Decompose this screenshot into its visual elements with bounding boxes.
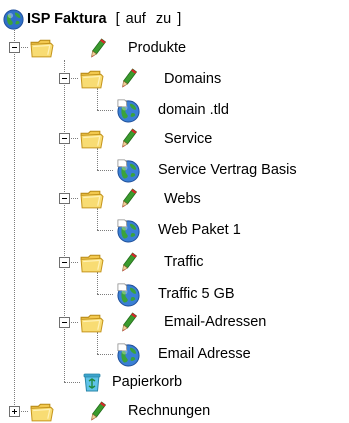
node-label-papierkorb[interactable]: Papierkorb bbox=[112, 373, 182, 391]
minus-box-icon[interactable] bbox=[59, 73, 70, 84]
folder-icon[interactable] bbox=[79, 251, 104, 274]
expand-all-link[interactable]: auf bbox=[126, 11, 146, 27]
leaf-label-email-adresse[interactable]: Email Adresse bbox=[158, 345, 251, 363]
minus-box-icon[interactable] bbox=[59, 193, 70, 204]
node-label-rechnungen[interactable]: Rechnungen bbox=[128, 402, 210, 420]
leaf-label-traffic-5gb[interactable]: Traffic 5 GB bbox=[158, 285, 235, 303]
recycle-bin-icon[interactable] bbox=[81, 371, 103, 393]
globe-icon[interactable] bbox=[116, 158, 141, 183]
node-label-service[interactable]: Service bbox=[164, 130, 212, 148]
minus-box-icon[interactable] bbox=[59, 133, 70, 144]
node-label-produkte[interactable]: Produkte bbox=[128, 39, 186, 57]
leaf-label-domain-tld[interactable]: domain .tld bbox=[158, 101, 229, 119]
node-label-domains[interactable]: Domains bbox=[164, 70, 221, 88]
minus-box-icon[interactable] bbox=[59, 317, 70, 328]
minus-box-icon[interactable] bbox=[9, 42, 20, 53]
folder-icon[interactable] bbox=[29, 400, 54, 423]
pencil-icon[interactable] bbox=[121, 128, 138, 148]
plus-box-icon[interactable] bbox=[9, 406, 20, 417]
node-label-email-adressen[interactable]: Email-Adressen bbox=[164, 313, 266, 331]
folder-icon[interactable] bbox=[79, 311, 104, 334]
globe-icon[interactable] bbox=[116, 98, 141, 123]
collapse-all-link[interactable]: zu bbox=[156, 11, 171, 27]
leaf-label-service-vertrag[interactable]: Service Vertrag Basis bbox=[158, 161, 297, 179]
root-title-text: ISP Faktura bbox=[27, 11, 107, 27]
node-label-webs[interactable]: Webs bbox=[164, 190, 201, 208]
globe-icon[interactable] bbox=[116, 218, 141, 243]
folder-icon[interactable] bbox=[79, 127, 104, 150]
minus-box-icon[interactable] bbox=[59, 257, 70, 268]
root-title[interactable]: ISP Faktura [ auf zu ] bbox=[27, 10, 181, 28]
folder-icon[interactable] bbox=[79, 187, 104, 210]
pencil-icon[interactable] bbox=[121, 68, 138, 88]
pencil-icon[interactable] bbox=[121, 188, 138, 208]
leaf-label-web-paket[interactable]: Web Paket 1 bbox=[158, 221, 241, 239]
folder-icon[interactable] bbox=[79, 67, 104, 90]
globe-icon[interactable] bbox=[116, 342, 141, 367]
pencil-icon[interactable] bbox=[90, 401, 107, 421]
pencil-icon[interactable] bbox=[90, 38, 107, 58]
bracket-close: ] bbox=[177, 11, 182, 27]
pencil-icon[interactable] bbox=[121, 252, 138, 272]
globe-icon[interactable] bbox=[116, 282, 141, 307]
node-label-traffic[interactable]: Traffic bbox=[164, 253, 203, 271]
folder-icon[interactable] bbox=[29, 36, 54, 59]
globe-icon bbox=[3, 9, 24, 30]
bracket-open: [ bbox=[115, 11, 120, 27]
pencil-icon[interactable] bbox=[121, 312, 138, 332]
